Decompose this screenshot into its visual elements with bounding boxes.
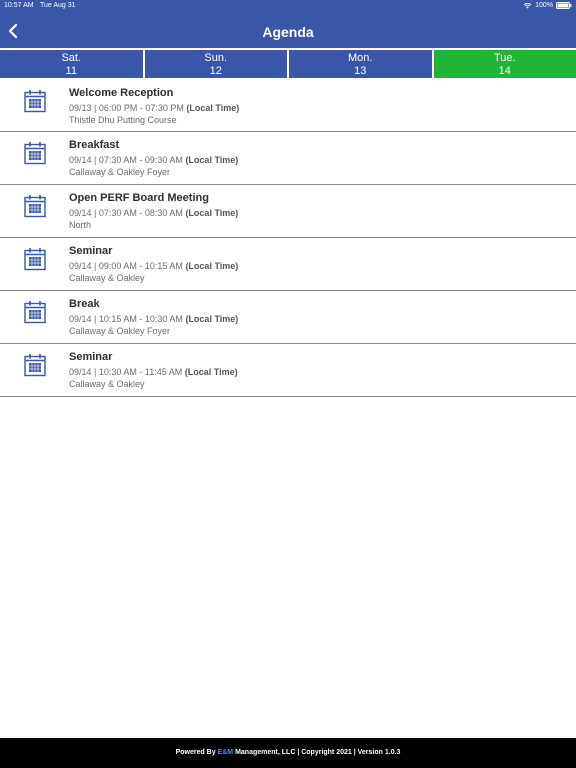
event-time: 09/13 | 06:00 PM - 07:30 PM (Local Time) (69, 103, 239, 113)
event-time-range: 09/14 | 09:00 AM - 10:15 AM (69, 261, 183, 271)
footer-bar: Powered By E&M Management, LLC | Copyrig… (0, 738, 576, 768)
tab-day-name: Sun. (204, 52, 228, 64)
tab-day-name: Tue. (493, 52, 516, 64)
tab-day-mon[interactable]: Mon. 13 (289, 50, 432, 78)
event-location: Callaway & Oakley Foyer (69, 326, 171, 336)
tab-day-number: 13 (354, 65, 367, 77)
event-timezone: (Local Time) (185, 261, 239, 271)
event-location: Callaway & Oakley Foyer (69, 167, 171, 177)
battery-icon (556, 2, 572, 9)
event-timezone: (Local Time) (185, 314, 239, 324)
event-location: North (69, 220, 92, 230)
status-right: 100% (523, 2, 572, 9)
status-bar: 10:57 AM Tue Aug 31 100% (0, 0, 576, 12)
status-date: Tue Aug 31 (40, 2, 76, 9)
footer-brand: E&M (217, 749, 234, 756)
event-time-range: 09/14 | 10:30 AM - 11:45 AM (69, 367, 183, 377)
agenda-item[interactable]: Break 09/14 | 10:15 AM - 10:30 AM (Local… (0, 291, 576, 344)
calendar-icon (24, 90, 46, 113)
footer-suffix: Management, LLC | Copyright 2021 | Versi… (233, 749, 401, 756)
event-location: Callaway & Oakley (69, 379, 145, 389)
agenda-item[interactable]: Breakfast 09/14 | 07:30 AM - 09:30 AM (L… (0, 132, 576, 185)
event-title: Breakfast (69, 139, 120, 151)
tab-day-tue[interactable]: Tue. 14 (433, 50, 576, 78)
agenda-list: Welcome Reception 09/13 | 06:00 PM - 07:… (0, 80, 576, 397)
calendar-icon (24, 248, 46, 271)
event-time-range: 09/14 | 07:30 AM - 09:30 AM (69, 155, 183, 165)
tab-day-sun[interactable]: Sun. 12 (144, 50, 287, 78)
tab-day-name: Sat. (61, 52, 82, 64)
event-time-range: 09/13 | 06:00 PM - 07:30 PM (69, 103, 184, 113)
event-title: Welcome Reception (69, 87, 174, 99)
calendar-icon (24, 142, 46, 165)
calendar-icon (24, 354, 46, 377)
calendar-icon (24, 195, 46, 218)
event-title: Seminar (69, 351, 113, 363)
battery-percent: 100% (535, 2, 553, 9)
event-time: 09/14 | 10:30 AM - 11:45 AM (Local Time) (69, 367, 238, 377)
event-time: 09/14 | 07:30 AM - 08:30 AM (Local Time) (69, 208, 238, 218)
tab-day-name: Mon. (348, 52, 373, 64)
event-time: 09/14 | 09:00 AM - 10:15 AM (Local Time) (69, 261, 238, 271)
event-timezone: (Local Time) (184, 367, 238, 377)
status-time: 10:57 AM (4, 2, 34, 9)
calendar-icon (24, 301, 46, 324)
header-bar: 10:57 AM Tue Aug 31 100% Agenda (0, 0, 576, 48)
app-screen: 10:57 AM Tue Aug 31 100% Agenda Sat. 11 … (0, 0, 576, 768)
tab-day-number: 11 (65, 65, 77, 77)
event-location: Callaway & Oakley (69, 273, 145, 283)
agenda-item[interactable]: Welcome Reception 09/13 | 06:00 PM - 07:… (0, 80, 576, 132)
footer-prefix: Powered By (175, 749, 218, 756)
agenda-item[interactable]: Seminar 09/14 | 09:00 AM - 10:15 AM (Loc… (0, 238, 576, 291)
day-tabs: Sat. 11 Sun. 12 Mon. 13 Tue. 14 (0, 50, 576, 78)
tab-day-number: 14 (498, 65, 511, 77)
event-time: 09/14 | 10:15 AM - 10:30 AM (Local Time) (69, 314, 238, 324)
agenda-item[interactable]: Open PERF Board Meeting 09/14 | 07:30 AM… (0, 185, 576, 238)
event-title: Open PERF Board Meeting (69, 192, 209, 204)
event-time-range: 09/14 | 10:15 AM - 10:30 AM (69, 314, 183, 324)
wifi-icon (523, 2, 532, 9)
event-location: Thistle Dhu Putting Course (69, 115, 177, 125)
tab-day-number: 12 (209, 65, 222, 77)
event-title: Break (69, 298, 100, 310)
page-title: Agenda (262, 24, 314, 40)
agenda-item[interactable]: Seminar 09/14 | 10:30 AM - 11:45 AM (Loc… (0, 344, 576, 397)
event-timezone: (Local Time) (185, 208, 239, 218)
event-timezone: (Local Time) (185, 155, 239, 165)
event-timezone: (Local Time) (186, 103, 240, 113)
tab-day-sat[interactable]: Sat. 11 (0, 50, 143, 78)
event-time-range: 09/14 | 07:30 AM - 08:30 AM (69, 208, 183, 218)
event-title: Seminar (69, 245, 113, 257)
event-time: 09/14 | 07:30 AM - 09:30 AM (Local Time) (69, 155, 238, 165)
